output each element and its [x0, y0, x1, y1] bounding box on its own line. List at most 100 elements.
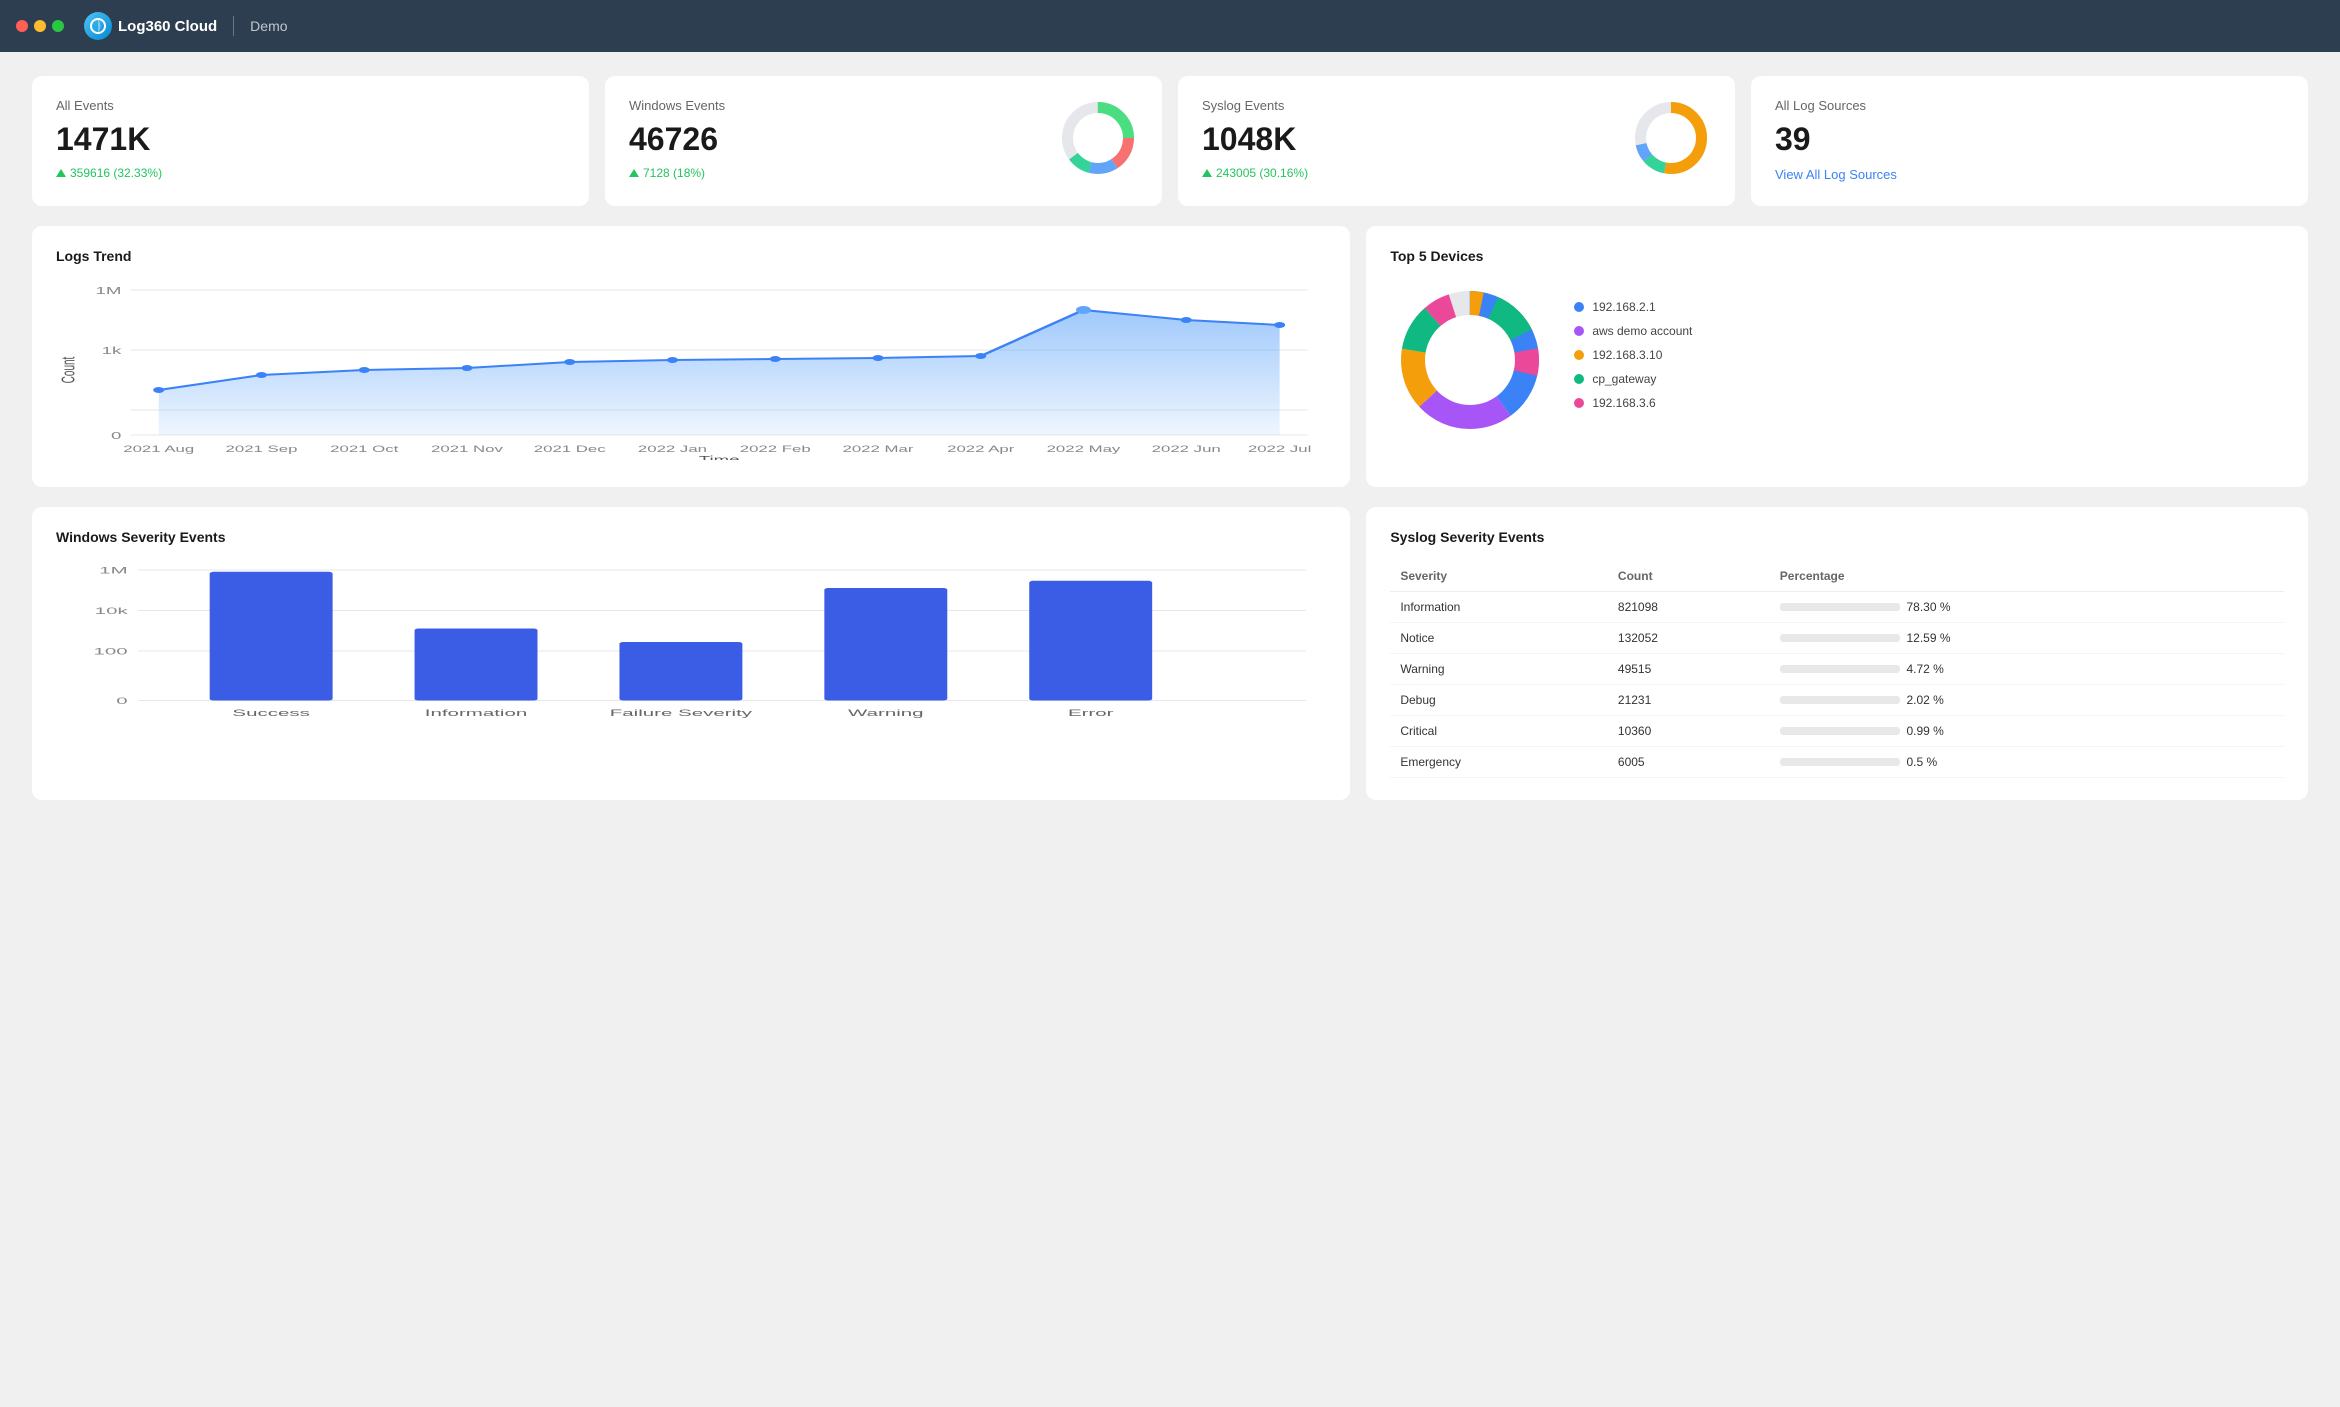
demo-label: Demo [250, 18, 287, 34]
maximize-button[interactable] [52, 20, 64, 32]
charts-row: Logs Trend 1M 1k 0 [32, 226, 2308, 487]
legend-item: cp_gateway [1574, 372, 1692, 386]
bar-error [1029, 581, 1152, 701]
svg-text:2022 May: 2022 May [1047, 444, 1121, 454]
trend-up-icon [56, 169, 66, 177]
legend-dot-192-168-3-6 [1574, 398, 1584, 408]
legend-item: 192.168.2.1 [1574, 300, 1692, 314]
svg-text:Information: Information [425, 708, 527, 718]
windows-events-text: Windows Events 46726 7128 (18%) [629, 98, 725, 180]
minimize-button[interactable] [34, 20, 46, 32]
bar-warning [824, 588, 947, 701]
svg-text:2021 Sep: 2021 Sep [226, 444, 298, 454]
cell-pct: 12.59 % [1770, 623, 2284, 654]
syslog-events-inner: Syslog Events 1048K 243005 (30.16%) [1202, 98, 1711, 180]
cell-severity: Emergency [1390, 747, 1608, 778]
legend-label: cp_gateway [1592, 372, 1656, 386]
svg-text:1M: 1M [95, 285, 121, 296]
severity-table-header: Severity Count Percentage [1390, 561, 2284, 592]
main-content: All Events 1471K 359616 (32.33%) Windows… [0, 52, 2340, 1407]
legend-item: 192.168.3.10 [1574, 348, 1692, 362]
windows-events-card: Windows Events 46726 7128 (18%) [605, 76, 1162, 206]
svg-text:Time: Time [699, 454, 740, 460]
syslog-severity-table: Severity Count Percentage Information 82… [1390, 561, 2284, 778]
svg-text:2021 Nov: 2021 Nov [431, 444, 503, 454]
cell-severity: Debug [1390, 685, 1608, 716]
brand-logo-area: Log360 Cloud [84, 12, 217, 40]
cell-pct: 4.72 % [1770, 654, 2284, 685]
svg-text:0: 0 [116, 697, 128, 707]
svg-text:10k: 10k [95, 607, 128, 617]
top5-legend: 192.168.2.1 aws demo account 192.168.3.1… [1574, 300, 1692, 420]
cell-severity: Critical [1390, 716, 1608, 747]
all-events-label: All Events [56, 98, 565, 113]
all-events-value: 1471K [56, 121, 565, 158]
syslog-severity-card: Syslog Severity Events Severity Count Pe… [1366, 507, 2308, 800]
cell-count: 10360 [1608, 716, 1770, 747]
view-all-log-sources-link[interactable]: View All Log Sources [1775, 167, 1897, 182]
logs-trend-card: Logs Trend 1M 1k 0 [32, 226, 1350, 487]
svg-text:Warning: Warning [848, 708, 923, 718]
windows-donut-chart [1058, 98, 1138, 178]
legend-label: aws demo account [1592, 324, 1692, 338]
close-button[interactable] [16, 20, 28, 32]
cell-count: 49515 [1608, 654, 1770, 685]
svg-text:1M: 1M [99, 566, 127, 576]
svg-text:2021 Dec: 2021 Dec [534, 444, 606, 454]
logs-trend-chart: 1M 1k 0 [56, 280, 1326, 460]
col-severity: Severity [1390, 561, 1608, 592]
svg-text:Error: Error [1068, 708, 1114, 718]
table-row: Emergency 6005 0.5 % [1390, 747, 2284, 778]
syslog-events-text: Syslog Events 1048K 243005 (30.16%) [1202, 98, 1308, 180]
syslog-events-card: Syslog Events 1048K 243005 (30.16%) [1178, 76, 1735, 206]
all-log-sources-label: All Log Sources [1775, 98, 2284, 113]
cell-pct: 78.30 % [1770, 592, 2284, 623]
cell-count: 821098 [1608, 592, 1770, 623]
titlebar-divider [233, 16, 234, 36]
trend-up-icon [1202, 169, 1212, 177]
svg-text:1k: 1k [102, 345, 122, 356]
windows-severity-title: Windows Severity Events [56, 529, 1326, 545]
bar-information [415, 629, 538, 701]
legend-item: aws demo account [1574, 324, 1692, 338]
legend-dot-aws [1574, 326, 1584, 336]
cell-severity: Notice [1390, 623, 1608, 654]
trend-up-icon [629, 169, 639, 177]
svg-text:2022 Jan: 2022 Jan [638, 444, 707, 454]
all-events-card: All Events 1471K 359616 (32.33%) [32, 76, 589, 206]
svg-text:Success: Success [232, 708, 309, 718]
cell-pct: 0.5 % [1770, 747, 2284, 778]
all-log-sources-card: All Log Sources 39 View All Log Sources [1751, 76, 2308, 206]
brand-name: Log360 Cloud [118, 18, 217, 35]
table-row: Notice 132052 12.59 % [1390, 623, 2284, 654]
top5-devices-title: Top 5 Devices [1390, 248, 2284, 264]
table-row: Debug 21231 2.02 % [1390, 685, 2284, 716]
syslog-events-value: 1048K [1202, 121, 1308, 158]
col-count: Count [1608, 561, 1770, 592]
svg-text:2021 Oct: 2021 Oct [330, 444, 398, 454]
svg-text:Count: Count [58, 356, 79, 383]
svg-text:2022 Apr: 2022 Apr [947, 444, 1015, 454]
legend-dot-192-168-3-10 [1574, 350, 1584, 360]
brand-icon [84, 12, 112, 40]
table-row: Warning 49515 4.72 % [1390, 654, 2284, 685]
traffic-lights [16, 20, 64, 32]
syslog-severity-title: Syslog Severity Events [1390, 529, 2284, 545]
cell-pct: 0.99 % [1770, 716, 2284, 747]
bottom-row: Windows Severity Events 1M 10k 100 0 [32, 507, 2308, 800]
cell-count: 21231 [1608, 685, 1770, 716]
svg-text:2022 Jul: 2022 Jul [1248, 444, 1312, 454]
logs-trend-title: Logs Trend [56, 248, 1326, 264]
syslog-events-label: Syslog Events [1202, 98, 1308, 113]
svg-text:2022 Mar: 2022 Mar [843, 444, 915, 454]
cell-severity: Warning [1390, 654, 1608, 685]
syslog-donut-chart [1631, 98, 1711, 178]
windows-severity-chart: 1M 10k 100 0 Success Information Failure… [56, 561, 1326, 741]
cell-count: 6005 [1608, 747, 1770, 778]
legend-dot-cp-gateway [1574, 374, 1584, 384]
top5-donut-chart [1390, 280, 1550, 440]
severity-table-body: Information 821098 78.30 % Notice 132052… [1390, 592, 2284, 778]
bar-success [210, 572, 333, 701]
svg-text:2021 Aug: 2021 Aug [123, 444, 194, 454]
legend-label: 192.168.3.10 [1592, 348, 1662, 362]
